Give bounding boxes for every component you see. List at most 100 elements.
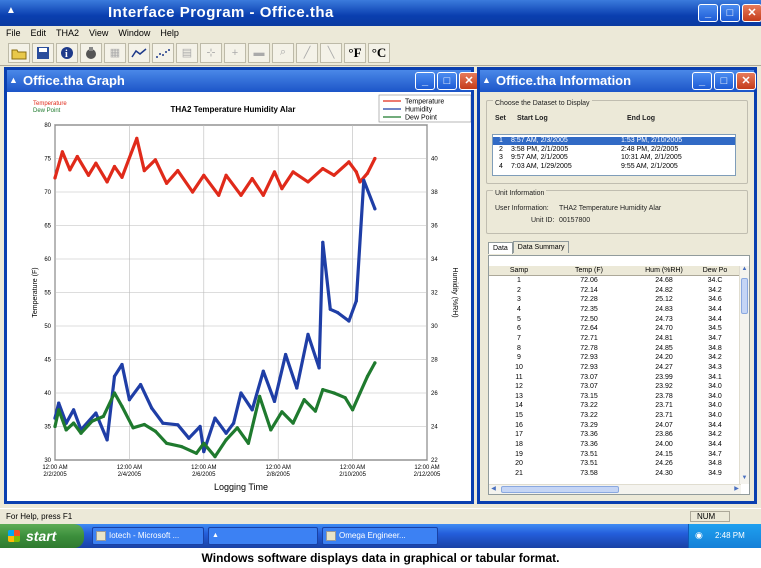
data-point — [176, 169, 180, 173]
table-row[interactable]: 16 73.29 24.07 34.4 — [489, 422, 741, 431]
table-row[interactable]: 14 73.22 23.71 34.0 — [489, 402, 741, 411]
taskbar-item-interface-program[interactable]: ▲ — [208, 527, 318, 545]
menu-file[interactable]: File — [6, 28, 21, 38]
table-row[interactable]: 3 72.28 25.12 34.6 — [489, 296, 741, 305]
hscroll-thumb[interactable] — [501, 486, 619, 493]
table-icon[interactable]: ▤ — [176, 42, 198, 63]
data-point — [358, 180, 362, 184]
table-cell: 73.36 — [580, 441, 598, 449]
y-right-tick-label: 28 — [431, 358, 438, 364]
tab-data-summary[interactable]: Data Summary — [512, 241, 570, 253]
open-folder-icon[interactable] — [8, 42, 30, 63]
start-button[interactable]: start — [0, 524, 84, 548]
table-row[interactable]: 4 72.35 24.83 34.4 — [489, 306, 741, 315]
crosshair-icon[interactable]: + — [224, 42, 246, 63]
table-cell: 21 — [515, 470, 523, 477]
vertical-scrollbar[interactable]: ▲ ▼ — [739, 266, 749, 484]
graph-window: ▲ Office.tha Graph _ □ ✕ 30 35 40 45 50 55 60 6… — [4, 67, 479, 504]
data-point — [187, 436, 191, 440]
menu-window[interactable]: Window — [118, 28, 150, 38]
menu-help[interactable]: Help — [160, 28, 179, 38]
device-icon[interactable] — [80, 42, 102, 63]
data-point — [142, 169, 146, 173]
windows-logo-icon — [8, 530, 20, 542]
table-row[interactable]: 15 73.22 23.71 34.0 — [489, 412, 741, 421]
table-cell: 34.7 — [708, 450, 722, 458]
table-row[interactable]: 20 73.51 24.26 34.8 — [489, 460, 741, 469]
table-row[interactable]: 6 72.64 24.70 34.5 — [489, 325, 741, 334]
data-point — [191, 190, 195, 194]
data-point — [179, 445, 184, 449]
table-row[interactable]: 17 73.36 23.86 34.2 — [489, 431, 741, 440]
minimize-icon[interactable]: _ — [698, 4, 718, 22]
data-point — [101, 414, 105, 418]
scroll-thumb[interactable] — [741, 278, 748, 314]
dataset-list[interactable]: 1 8:57 AM, 2/3/2005 1:53 PM, 2/10/2005 2 3:5… — [492, 134, 736, 176]
graph-maximize-icon[interactable]: □ — [437, 72, 457, 90]
line-graph-icon[interactable] — [128, 42, 150, 63]
x-tick-label-time: 12:00 AM — [266, 465, 291, 471]
data-point — [161, 421, 165, 425]
dataset-row[interactable]: 4 7:03 AM, 1/29/2005 9:55 AM, 2/1/2005 — [493, 163, 735, 171]
table-row[interactable]: 8 72.78 24.85 34.8 — [489, 345, 741, 354]
table-row[interactable]: 1 72.06 24.68 34.C — [489, 277, 741, 286]
table-cell: 10 — [515, 363, 523, 371]
celsius-button[interactable]: °C — [368, 42, 390, 63]
data-point — [224, 438, 228, 442]
taskbar: start Iotech - Microsoft ... ▲ Omega Eng… — [0, 524, 761, 548]
y-left-tick-label: 40 — [44, 391, 51, 397]
scroll-up-icon[interactable]: ▲ — [740, 266, 749, 275]
table-row[interactable]: 18 73.36 24.00 34.4 — [489, 441, 741, 450]
column-header[interactable]: Samp — [499, 267, 539, 274]
table-row[interactable]: 2 72.14 24.82 34.2 — [489, 287, 741, 296]
table-row[interactable]: 19 73.51 24.15 34.7 — [489, 451, 741, 460]
scroll-left-icon[interactable]: ◀ — [489, 485, 498, 494]
scroll-down-icon[interactable]: ▼ — [740, 475, 749, 484]
data-point — [280, 187, 284, 191]
dataset-row[interactable]: 1 8:57 AM, 2/3/2005 1:53 PM, 2/10/2005 — [493, 137, 735, 145]
table-row[interactable]: 13 73.15 23.78 34.0 — [489, 393, 741, 402]
zoom-icon[interactable]: ⌕ — [272, 42, 294, 63]
save-icon[interactable] — [32, 42, 54, 63]
grid-view-icon[interactable]: ▦ — [104, 42, 126, 63]
tab-data[interactable]: Data — [488, 242, 513, 254]
scatter-graph-icon[interactable] — [152, 42, 174, 63]
table-row[interactable]: 9 72.93 24.20 34.2 — [489, 354, 741, 363]
table-row[interactable]: 7 72.71 24.81 34.7 — [489, 335, 741, 344]
line-tool-icon[interactable]: ╱ — [296, 42, 318, 63]
graph-close-icon[interactable]: ✕ — [459, 72, 479, 90]
info-maximize-icon[interactable]: □ — [714, 72, 734, 90]
info-close-icon[interactable]: ✕ — [736, 72, 756, 90]
graph-minimize-icon[interactable]: _ — [415, 72, 435, 90]
chart-icon[interactable]: ▬ — [248, 42, 270, 63]
menu-edit[interactable]: Edit — [31, 28, 47, 38]
menu-view[interactable]: View — [89, 28, 108, 38]
maximize-icon[interactable]: □ — [720, 4, 740, 22]
tray-icon[interactable]: ◉ — [695, 530, 703, 541]
data-point — [354, 170, 358, 174]
table-cell: 34.1 — [708, 373, 722, 381]
table-row[interactable]: 21 73.58 24.30 34.9 — [489, 470, 741, 479]
table-row[interactable]: 5 72.50 24.73 34.4 — [489, 316, 741, 325]
table-row[interactable]: 12 73.07 23.92 34.0 — [489, 383, 741, 392]
system-tray: ◉ 2:48 PM — [688, 524, 761, 548]
column-header[interactable]: Dew Po — [689, 267, 741, 274]
table-row[interactable]: 11 73.07 23.99 34.1 — [489, 374, 741, 383]
cursor-icon[interactable]: ⊹ — [200, 42, 222, 63]
data-point — [358, 391, 362, 395]
dataset-row[interactable]: 2 3:58 PM, 2/1/2005 2:48 PM, 2/2/2005 — [493, 146, 735, 154]
scroll-right-icon[interactable]: ▶ — [732, 485, 741, 494]
info-icon[interactable]: i — [56, 42, 78, 63]
taskbar-item-iotech[interactable]: Iotech - Microsoft ... — [92, 527, 204, 545]
close-icon[interactable]: ✕ — [742, 4, 761, 22]
table-row[interactable]: 10 72.93 24.27 34.3 — [489, 364, 741, 373]
info-minimize-icon[interactable]: _ — [692, 72, 712, 90]
column-header[interactable]: Temp (F) — [559, 267, 619, 274]
line-tool-2-icon[interactable]: ╲ — [320, 42, 342, 63]
x-tick-label-date: 2/10/2005 — [339, 472, 366, 478]
dataset-row[interactable]: 3 9:57 AM, 2/1/2005 10:31 AM, 2/1/2005 — [493, 154, 735, 162]
taskbar-item-omega[interactable]: Omega Engineer... — [322, 527, 438, 545]
menu-tha2[interactable]: THA2 — [56, 28, 79, 38]
fahrenheit-button[interactable]: °F — [344, 42, 366, 63]
horizontal-scrollbar[interactable]: ◀ ▶ — [489, 484, 741, 494]
